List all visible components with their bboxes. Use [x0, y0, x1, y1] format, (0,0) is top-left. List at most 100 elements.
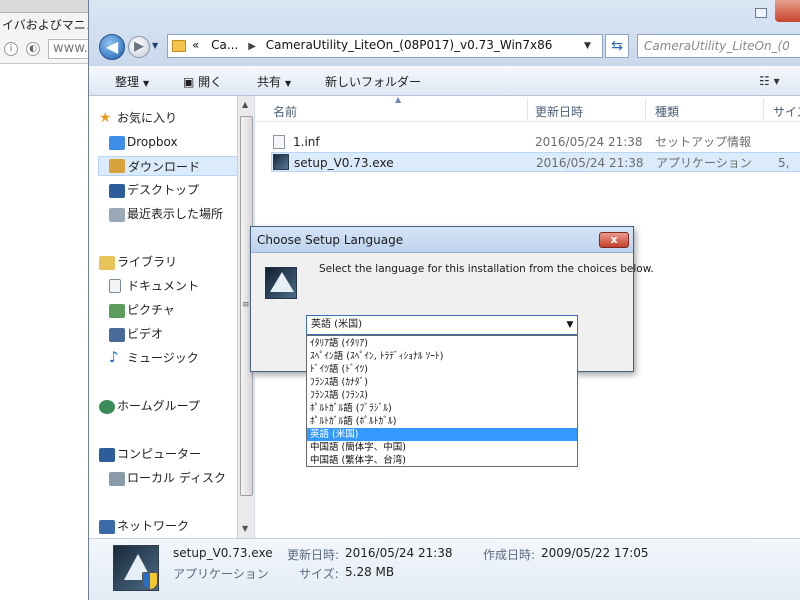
- nav-downloads[interactable]: ダウンロード: [98, 156, 244, 176]
- browser-tab[interactable]: イバおよびマニュ: [0, 12, 92, 34]
- recent-pages-dropdown-icon[interactable]: ▼: [152, 41, 158, 50]
- column-divider[interactable]: [527, 98, 528, 120]
- nav-music-label: ミュージック: [127, 351, 199, 365]
- column-type[interactable]: 種類: [655, 103, 679, 120]
- language-option[interactable]: ﾎﾟﾙﾄｶﾞﾙ語 (ﾌﾞﾗｼﾞﾙ): [307, 402, 577, 415]
- forward-button[interactable]: ▶: [128, 36, 150, 58]
- nav-homegroup[interactable]: ホームグループ: [99, 396, 200, 416]
- maximize-button[interactable]: [755, 8, 767, 18]
- window-close-button[interactable]: [775, 0, 800, 22]
- exe-file-large-icon: [113, 545, 159, 591]
- details-modified-value: 2016/05/24 21:38: [345, 546, 453, 560]
- language-option[interactable]: ｲﾀﾘｱ語 (ｲﾀﾘｱ): [307, 337, 577, 350]
- shield-icon[interactable]: ◐: [26, 42, 40, 56]
- language-select[interactable]: 英語 (米国) ▼: [306, 315, 578, 335]
- nav-downloads-label: ダウンロード: [128, 160, 201, 174]
- file-row[interactable]: 1.inf 2016/05/24 21:38 セットアップ情報: [255, 132, 800, 152]
- column-date[interactable]: 更新日時: [535, 103, 583, 120]
- nav-pictures-label: ピクチャ: [127, 303, 175, 317]
- dialog-close-button[interactable]: x: [599, 232, 629, 248]
- details-type: アプリケーション: [173, 567, 269, 581]
- scroll-down-icon[interactable]: ▼: [242, 524, 248, 533]
- search-input[interactable]: CameraUtility_LiteOn_(0: [637, 34, 800, 58]
- nav-local-disk[interactable]: ローカル ディスク: [109, 468, 226, 488]
- nav-dropbox[interactable]: Dropbox: [109, 132, 178, 152]
- breadcrumb-item-current[interactable]: CameraUtility_LiteOn_(08P017)_v0.73_Win7…: [266, 38, 553, 52]
- nav-recent[interactable]: 最近表示した場所: [109, 204, 224, 224]
- recent-places-icon: [109, 208, 125, 222]
- installer-logo-icon: [265, 267, 297, 299]
- language-option[interactable]: ﾌﾗﾝｽ語 (ﾌﾗﾝｽ): [307, 389, 577, 402]
- pictures-icon: [109, 304, 125, 318]
- refresh-button[interactable]: ⇆: [605, 34, 629, 58]
- file-type: セットアップ情報: [655, 135, 752, 149]
- language-dropdown-list: ｲﾀﾘｱ語 (ｲﾀﾘｱ) ｽﾍﾟｲﾝ語 (ｽﾍﾟｲﾝ, ﾄﾗﾃﾞｨｼｮﾅﾙ ｿｰ…: [306, 335, 578, 467]
- nav-libraries[interactable]: ライブラリ: [99, 252, 178, 272]
- nav-documents-label: ドキュメント: [127, 279, 200, 293]
- background-browser-window[interactable]: イバおよびマニュ i ◐ www.a: [0, 0, 98, 600]
- organize-button[interactable]: 整理 ▼: [115, 73, 149, 90]
- language-select-value: 英語 (米国): [311, 319, 362, 330]
- app-logo-icon: [270, 272, 294, 292]
- navigation-pane: ★ お気に入り Dropbox ダウンロード デスクトップ 最近表示した場所 ラ…: [89, 96, 255, 538]
- nav-videos[interactable]: ビデオ: [109, 324, 163, 344]
- chevron-down-icon: ▼: [285, 79, 292, 88]
- nav-favorites[interactable]: ★ お気に入り: [99, 108, 177, 128]
- nav-homegroup-label: ホームグループ: [117, 399, 200, 413]
- chevron-down-icon[interactable]: ▼: [563, 316, 577, 334]
- scroll-up-icon[interactable]: ▲: [242, 100, 248, 109]
- star-icon: ★: [99, 110, 112, 126]
- new-folder-button[interactable]: 新しいフォルダー: [325, 73, 421, 90]
- chevron-down-icon: ▼: [143, 79, 150, 88]
- nav-libraries-label: ライブラリ: [117, 255, 178, 269]
- column-size[interactable]: サイズ: [773, 103, 800, 120]
- share-button[interactable]: 共有 ▼: [257, 73, 291, 90]
- nav-recent-label: 最近表示した場所: [127, 207, 224, 221]
- details-size-label: サイズ:: [299, 567, 339, 581]
- details-modified-label: 更新日時:: [287, 548, 340, 562]
- dialog-titlebar[interactable]: Choose Setup Language x: [251, 227, 633, 253]
- nav-network[interactable]: ネットワーク: [99, 516, 189, 536]
- column-name[interactable]: 名前: [273, 103, 297, 120]
- scrollbar-grip-icon: ≡: [242, 300, 250, 310]
- language-option-selected[interactable]: 英語 (米国): [307, 428, 577, 441]
- info-icon[interactable]: i: [4, 42, 18, 56]
- details-created-value: 2009/05/22 17:05: [541, 546, 649, 560]
- music-icon: ♪: [109, 348, 119, 366]
- back-button[interactable]: ◀: [99, 34, 125, 60]
- column-divider[interactable]: [763, 98, 764, 120]
- nav-music[interactable]: ♪ ミュージック: [109, 348, 199, 368]
- address-bar[interactable]: « Ca... ▶ CameraUtility_LiteOn_(08P017)_…: [167, 34, 603, 58]
- nav-desktop[interactable]: デスクトップ: [109, 180, 199, 200]
- nav-pictures[interactable]: ピクチャ: [109, 300, 175, 320]
- language-option[interactable]: 中国語 (繁体字、台湾): [307, 454, 577, 467]
- language-option[interactable]: ﾄﾞｲﾂ語 (ﾄﾞｲﾂ): [307, 363, 577, 376]
- language-option[interactable]: 中国語 (簡体字、中国): [307, 441, 577, 454]
- language-option[interactable]: ｽﾍﾟｲﾝ語 (ｽﾍﾟｲﾝ, ﾄﾗﾃﾞｨｼｮﾅﾙ ｿｰﾄ): [307, 350, 577, 363]
- desktop-icon: [109, 184, 125, 198]
- breadcrumb-separator-icon[interactable]: ▶: [248, 41, 256, 52]
- breadcrumb: « Ca... ▶ CameraUtility_LiteOn_(08P017)_…: [192, 38, 552, 52]
- address-dropdown-icon[interactable]: ▼: [584, 41, 591, 51]
- videos-icon: [109, 328, 125, 342]
- language-option[interactable]: ﾌﾗﾝｽ語 (ｶﾅﾀﾞ): [307, 376, 577, 389]
- nav-documents[interactable]: ドキュメント: [109, 276, 200, 296]
- exe-file-icon: [273, 154, 289, 170]
- file-date: 2016/05/24 21:38: [536, 156, 644, 170]
- file-type: アプリケーション: [656, 156, 752, 170]
- libraries-icon: [99, 256, 115, 270]
- open-button[interactable]: ▣ 開く: [183, 73, 222, 90]
- details-size-value: 5.28 MB: [345, 565, 395, 579]
- file-size: 5,: [778, 156, 790, 170]
- column-divider[interactable]: [645, 98, 646, 120]
- nav-local-disk-label: ローカル ディスク: [127, 471, 226, 485]
- open-label: 開く: [198, 75, 223, 89]
- file-row-selected[interactable]: setup_V0.73.exe 2016/05/24 21:38 アプリケーショ…: [271, 152, 800, 172]
- nav-computer[interactable]: コンピューター: [99, 444, 201, 464]
- language-option[interactable]: ﾎﾟﾙﾄｶﾞﾙ語 (ﾎﾟﾙﾄｶﾞﾙ): [307, 415, 577, 428]
- network-icon: [99, 520, 115, 534]
- details-filename: setup_V0.73.exe: [173, 546, 273, 560]
- breadcrumb-item-parent[interactable]: Ca...: [211, 38, 238, 52]
- view-options-icon[interactable]: ☷ ▾: [759, 74, 780, 88]
- breadcrumb-overflow[interactable]: «: [192, 38, 199, 52]
